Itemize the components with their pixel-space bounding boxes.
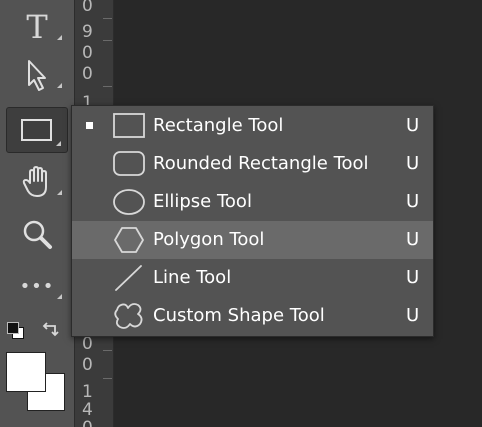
shape-tools-flyout: Rectangle Tool U Rounded Rectangle Tool … [71, 105, 434, 337]
menu-item-label: Line Tool [153, 267, 232, 288]
ruler-number: 4 [82, 400, 93, 420]
rectangle-tool-button[interactable] [0, 104, 74, 156]
menu-item-label: Ellipse Tool [153, 191, 252, 212]
submenu-indicator [57, 294, 62, 299]
line-icon [115, 265, 142, 291]
ruler-number: 0 [82, 0, 93, 16]
menu-item-shortcut: U [406, 305, 420, 326]
edit-toolbar-button[interactable]: ••• [0, 264, 74, 308]
ruler-number: 1 [82, 382, 93, 402]
arrow-icon [28, 60, 46, 91]
rounded-rectangle-icon [113, 151, 145, 176]
type-tool-button[interactable]: T [0, 5, 74, 49]
ruler-number: 0 [82, 64, 93, 84]
hand-tool-button[interactable] [0, 160, 74, 204]
menu-item-label: Rounded Rectangle Tool [153, 153, 369, 174]
menu-item-shortcut: U [406, 267, 420, 288]
ruler-tick [103, 378, 112, 379]
swap-colors-icon[interactable] [42, 320, 62, 340]
ellipse-icon [113, 189, 145, 215]
ruler-number: 0 [82, 43, 93, 63]
zoom-tool-button[interactable] [0, 212, 74, 256]
ellipsis-icon: ••• [19, 275, 55, 297]
menu-item-label: Custom Shape Tool [153, 305, 325, 326]
custom-shape-icon [114, 303, 143, 329]
submenu-indicator [56, 141, 61, 146]
app-window: T ••• 0 9 0 0 1 0 0 1 4 Rectangle Tool U… [0, 0, 482, 427]
submenu-indicator [57, 83, 62, 88]
menu-item-shortcut: U [406, 229, 420, 250]
ruler-number: 0 [82, 355, 93, 375]
submenu-indicator [57, 190, 62, 195]
rectangle-icon [113, 113, 145, 138]
menu-item-shortcut: U [406, 153, 420, 174]
ruler-number: 0 [82, 418, 93, 427]
foreground-color-swatch[interactable] [6, 352, 46, 392]
ruler-number: 0 [82, 334, 93, 354]
menu-item-rounded-rectangle-tool[interactable]: Rounded Rectangle Tool U [72, 145, 433, 183]
menu-item-line-tool[interactable]: Line Tool U [72, 259, 433, 297]
ruler-tick [103, 18, 112, 19]
rectangle-icon [21, 119, 52, 141]
menu-item-shortcut: U [406, 191, 420, 212]
menu-item-shortcut: U [406, 115, 420, 136]
menu-item-ellipse-tool[interactable]: Ellipse Tool U [72, 183, 433, 221]
ruler-number: 9 [82, 22, 93, 42]
magnifier-icon [23, 220, 52, 249]
ruler-tick [103, 350, 112, 351]
polygon-icon [114, 227, 144, 253]
default-colors-icon[interactable] [7, 322, 19, 334]
path-selection-tool-button[interactable] [0, 53, 74, 97]
ruler-tick [103, 40, 112, 41]
type-icon: T [26, 8, 48, 46]
menu-item-custom-shape-tool[interactable]: Custom Shape Tool U [72, 297, 433, 335]
tools-panel: T ••• [0, 0, 74, 427]
ruler-tick [103, 86, 112, 87]
hand-icon [22, 166, 47, 197]
selected-indicator [86, 122, 93, 129]
menu-item-polygon-tool[interactable]: Polygon Tool U [72, 221, 433, 259]
menu-item-rectangle-tool[interactable]: Rectangle Tool U [72, 107, 433, 145]
menu-item-label: Rectangle Tool [153, 115, 284, 136]
submenu-indicator [57, 35, 62, 40]
menu-item-label: Polygon Tool [153, 229, 265, 250]
